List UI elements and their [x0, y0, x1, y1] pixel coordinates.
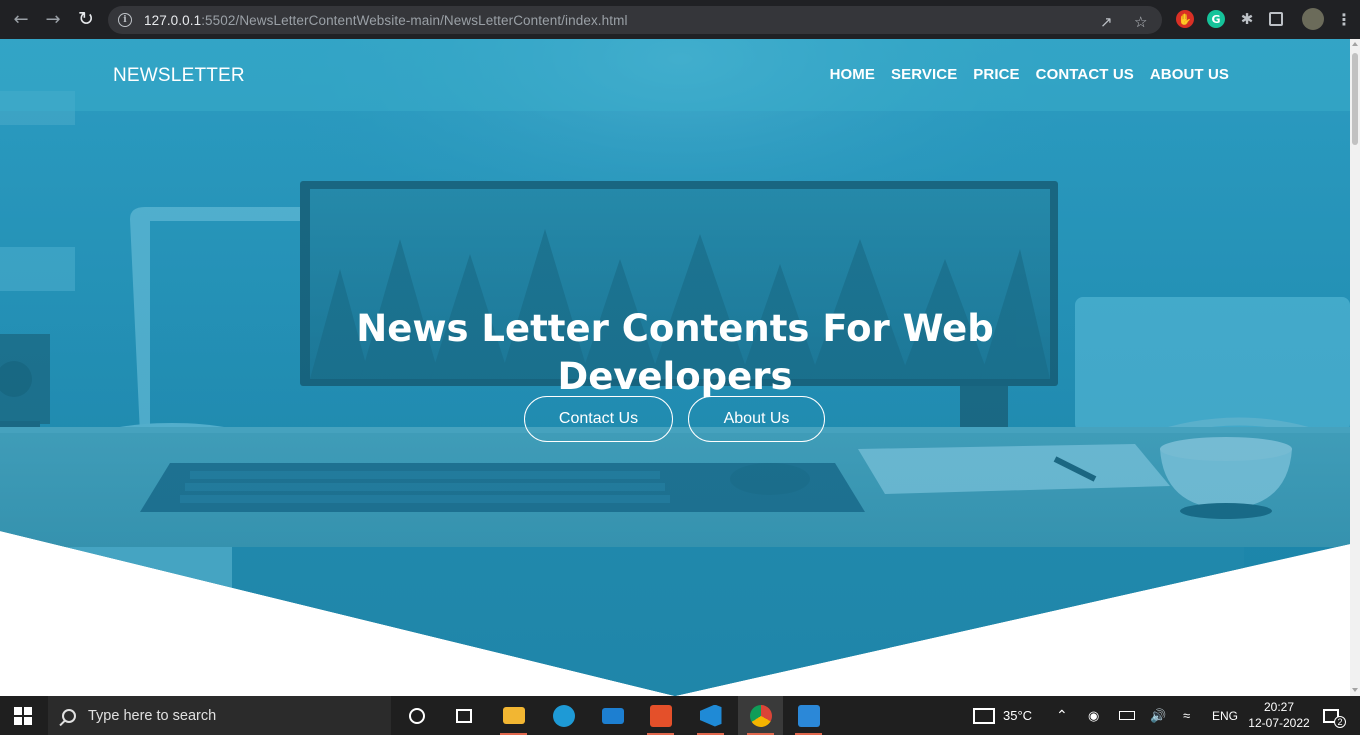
- language-indicator[interactable]: ENG: [1212, 696, 1238, 735]
- adblock-extension-icon[interactable]: ✋: [1176, 10, 1194, 28]
- contact-us-button[interactable]: Contact Us: [524, 396, 673, 442]
- forward-arrow-icon[interactable]: →: [40, 6, 66, 32]
- back-arrow-icon[interactable]: ←: [8, 6, 34, 32]
- office-icon[interactable]: [638, 696, 683, 735]
- scroll-down-icon[interactable]: [1352, 688, 1358, 692]
- reload-icon[interactable]: ↻: [73, 6, 99, 32]
- show-hidden-icons-chevron-icon[interactable]: ⌃: [1056, 696, 1068, 735]
- windows-start-icon[interactable]: [14, 707, 32, 725]
- vscode-icon[interactable]: [688, 696, 733, 735]
- notification-count-badge: 2: [1334, 715, 1346, 728]
- edge-browser-icon[interactable]: [541, 696, 586, 735]
- weather-temp: 35°C: [1003, 708, 1033, 723]
- mail-icon[interactable]: [590, 696, 635, 735]
- file-explorer-icon[interactable]: [491, 696, 536, 735]
- share-icon[interactable]: ↗: [1100, 13, 1113, 31]
- chrome-icon[interactable]: [738, 696, 783, 735]
- browser-toolbar: ← → ↻ i 127.0.0.1:5502/NewsLetterContent…: [0, 0, 1360, 39]
- nav-contact-us[interactable]: CONTACT US: [1036, 66, 1134, 83]
- battery-icon[interactable]: [1119, 696, 1135, 735]
- site-brand[interactable]: NEWSLETTER: [113, 65, 245, 87]
- site-info-icon[interactable]: i: [118, 13, 132, 27]
- bookmark-star-icon[interactable]: ☆: [1134, 13, 1147, 31]
- notification-center-icon[interactable]: 2: [1323, 696, 1351, 735]
- address-bar[interactable]: i 127.0.0.1:5502/NewsLetterContentWebsit…: [108, 6, 1162, 34]
- clock-date: 12-07-2022: [1248, 716, 1310, 730]
- hero-section: NEWSLETTER HOME SERVICE PRICE CONTACT US…: [0, 39, 1350, 696]
- nav-about-us[interactable]: ABOUT US: [1150, 66, 1229, 83]
- network-wifi-icon[interactable]: ≈: [1183, 696, 1190, 735]
- scrollbar-thumb[interactable]: [1352, 53, 1358, 145]
- side-panel-icon[interactable]: [1269, 12, 1283, 26]
- page-scrollbar[interactable]: [1350, 39, 1360, 696]
- volume-icon[interactable]: 🔊: [1150, 696, 1166, 735]
- nav-home[interactable]: HOME: [830, 66, 875, 83]
- weather-icon: [973, 707, 995, 724]
- search-placeholder: Type here to search: [88, 707, 217, 724]
- search-icon: [62, 708, 76, 723]
- cortana-icon[interactable]: [394, 696, 439, 735]
- extensions-puzzle-icon[interactable]: ✱: [1238, 10, 1256, 28]
- grammarly-extension-icon[interactable]: G: [1207, 10, 1225, 28]
- about-us-button[interactable]: About Us: [688, 396, 825, 442]
- browser-menu-icon[interactable]: ⋮: [1335, 10, 1353, 29]
- taskbar-clock[interactable]: 20:27 12-07-2022: [1244, 699, 1314, 731]
- task-view-icon[interactable]: [441, 696, 486, 735]
- page-viewport: NEWSLETTER HOME SERVICE PRICE CONTACT US…: [0, 39, 1350, 696]
- scroll-up-icon[interactable]: [1352, 42, 1358, 46]
- profile-avatar[interactable]: [1302, 8, 1324, 30]
- windows-taskbar: Type here to search 35°C ⌃ ◉ 🔊 ≈ ENG 20:…: [0, 696, 1360, 735]
- clock-time: 20:27: [1263, 700, 1295, 714]
- site-navbar: NEWSLETTER HOME SERVICE PRICE CONTACT US…: [0, 39, 1350, 111]
- site-menu: HOME SERVICE PRICE CONTACT US ABOUT US: [830, 66, 1229, 83]
- photos-icon[interactable]: [786, 696, 831, 735]
- nav-price[interactable]: PRICE: [973, 66, 1019, 83]
- url-text: 127.0.0.1:5502/NewsLetterContentWebsite-…: [144, 12, 628, 28]
- weather-widget[interactable]: 35°C: [973, 696, 1032, 735]
- meet-now-icon[interactable]: ◉: [1088, 696, 1099, 735]
- hero-headline: News Letter Contents For Web Developers: [356, 307, 994, 398]
- taskbar-search-box[interactable]: Type here to search: [48, 696, 391, 735]
- nav-service[interactable]: SERVICE: [891, 66, 957, 83]
